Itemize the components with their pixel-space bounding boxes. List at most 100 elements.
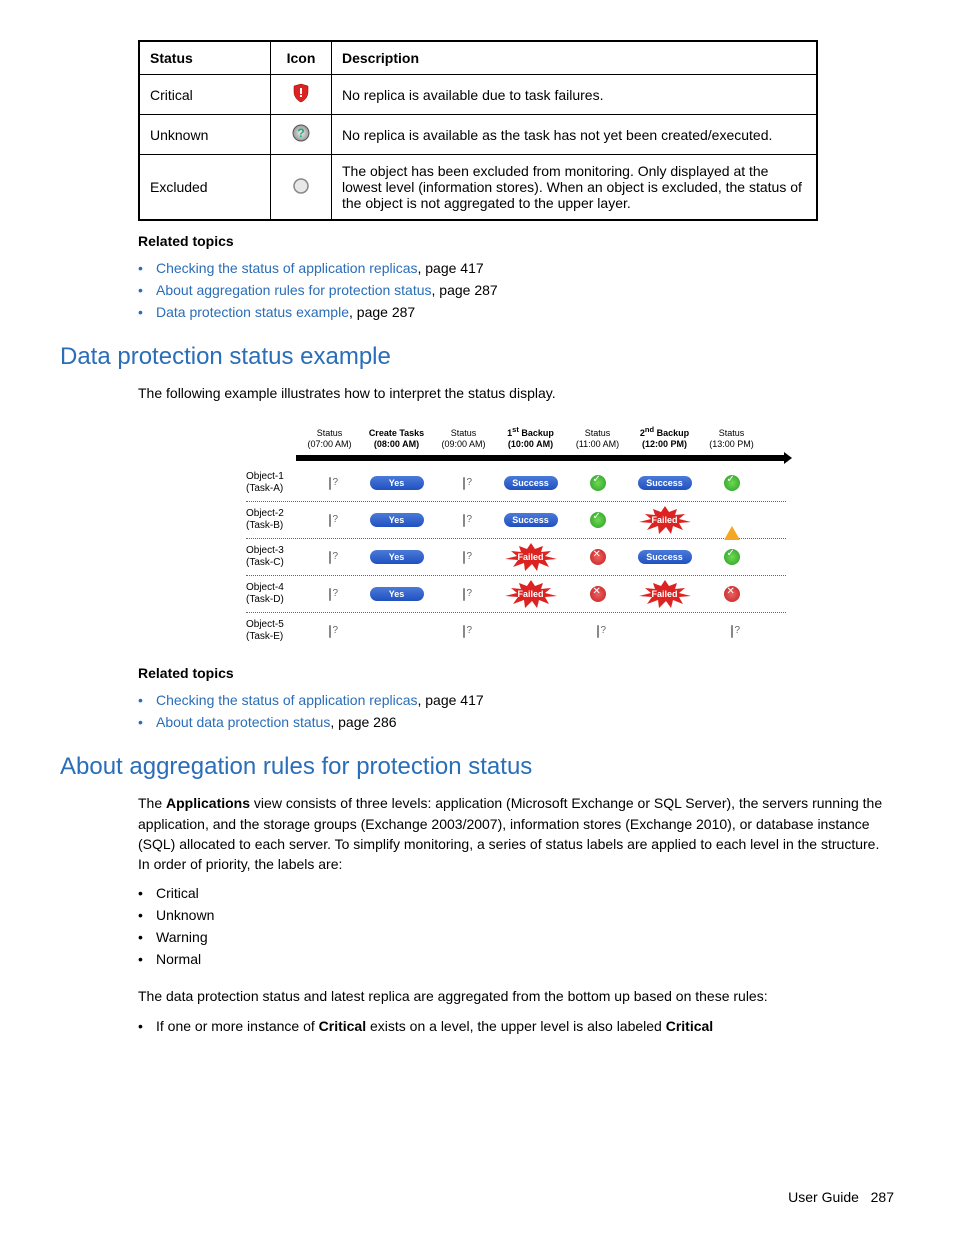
list-item: Warning [138, 926, 894, 948]
status-cell: Unknown [139, 115, 271, 155]
ok-status-icon [590, 475, 606, 491]
list-item: Normal [138, 948, 894, 970]
diagram-row: Object-4(Task-D)YesFailedFailed [246, 576, 786, 613]
timeline-arrow-icon [296, 455, 786, 461]
unknown-status-icon [329, 514, 331, 527]
aggregation-rules-intro: The data protection status and latest re… [138, 986, 894, 1006]
list-item: Checking the status of application repli… [138, 689, 894, 711]
error-status-icon [724, 586, 740, 602]
unknown-status-icon [463, 625, 465, 638]
ok-status-icon [724, 549, 740, 565]
yes-pill: Yes [370, 550, 424, 564]
page-ref: , page 287 [349, 304, 415, 320]
failed-burst-icon: Failed [507, 548, 555, 566]
list-item: About data protection status, page 286 [138, 711, 894, 733]
unknown-question-icon: ? [291, 123, 311, 143]
list-item: Unknown [138, 904, 894, 926]
unknown-status-icon [597, 625, 599, 638]
link-status-example[interactable]: Data protection status example [156, 304, 349, 320]
success-pill: Success [504, 476, 558, 490]
footer-label: User Guide [788, 1189, 859, 1205]
link-checking-status[interactable]: Checking the status of application repli… [156, 260, 417, 276]
section-heading-example: Data protection status example [60, 343, 894, 371]
object-label: Object-5(Task-E) [246, 619, 296, 643]
object-label: Object-2(Task-B) [246, 508, 296, 532]
section1-body: The following example illustrates how to… [138, 383, 894, 733]
desc-cell: No replica is available due to task fail… [332, 75, 818, 115]
unknown-status-icon [329, 625, 331, 638]
intro-text: The following example illustrates how to… [138, 383, 894, 403]
icon-cell: ? [271, 115, 332, 155]
warning-status-icon [724, 515, 740, 540]
object-label: Object-4(Task-D) [246, 582, 296, 606]
page-number: 287 [871, 1189, 894, 1205]
object-label: Object-1(Task-A) [246, 471, 296, 495]
priority-labels-list: Critical Unknown Warning Normal [138, 882, 894, 970]
status-table-header-row: Status Icon Description [139, 41, 817, 75]
link-checking-status[interactable]: Checking the status of application repli… [156, 692, 417, 708]
page-ref: , page 287 [432, 282, 498, 298]
list-item: About aggregation rules for protection s… [138, 279, 894, 301]
ok-status-icon [724, 475, 740, 491]
unknown-status-icon [329, 477, 331, 490]
status-timeline-diagram: Status(07:00 AM) Create Tasks(08:00 AM) … [246, 413, 786, 649]
failed-burst-icon: Failed [641, 511, 689, 529]
page-ref: , page 286 [330, 714, 396, 730]
icon-cell [271, 75, 332, 115]
object-label: Object-3(Task-C) [246, 545, 296, 569]
yes-pill: Yes [370, 513, 424, 527]
unknown-status-icon [463, 514, 465, 527]
rules-list: If one or more instance of Critical exis… [138, 1015, 894, 1037]
icon-cell [271, 155, 332, 221]
status-cell: Excluded [139, 155, 271, 221]
diagram-row: Object-1(Task-A) Yes Success Success [246, 465, 786, 502]
list-item: Data protection status example, page 287 [138, 301, 894, 323]
unknown-status-icon [329, 551, 331, 564]
error-status-icon [590, 549, 606, 565]
page-ref: , page 417 [417, 692, 483, 708]
critical-shield-icon [291, 83, 311, 103]
aggregation-intro: The Applications view consists of three … [138, 793, 894, 874]
success-pill: Success [638, 550, 692, 564]
unknown-status-icon [463, 551, 465, 564]
list-item: Checking the status of application repli… [138, 257, 894, 279]
unknown-status-icon [463, 477, 465, 490]
related-topics-heading: Related topics [138, 233, 894, 249]
success-pill: Success [638, 476, 692, 490]
list-item: Critical [138, 882, 894, 904]
ok-status-icon [590, 512, 606, 528]
related-topics-list: Checking the status of application repli… [138, 257, 894, 323]
diagram-header: Status(07:00 AM) Create Tasks(08:00 AM) … [246, 413, 786, 453]
success-pill: Success [504, 513, 558, 527]
diagram-row: Object-3(Task-C) Yes Failed Success [246, 539, 786, 576]
table-row: Critical No replica is available due to … [139, 75, 817, 115]
diagram-row: Object-5(Task-E) [246, 613, 786, 649]
section2-body: The Applications view consists of three … [138, 793, 894, 1036]
svg-text:?: ? [297, 126, 304, 140]
related-topics-list: Checking the status of application repli… [138, 689, 894, 733]
diagram-row: Object-2(Task-B) Yes Success Failed [246, 502, 786, 539]
col-icon: Icon [271, 41, 332, 75]
unknown-status-icon [731, 625, 733, 638]
col-status: Status [139, 41, 271, 75]
status-table: Status Icon Description Critical No repl… [138, 40, 818, 221]
yes-pill: Yes [370, 476, 424, 490]
page-footer: User Guide 287 [788, 1189, 894, 1205]
yes-pill: Yes [370, 587, 424, 601]
failed-burst-icon: Failed [641, 585, 689, 603]
desc-cell: No replica is available as the task has … [332, 115, 818, 155]
unknown-status-icon [329, 588, 331, 601]
unknown-status-icon [463, 588, 465, 601]
col-description: Description [332, 41, 818, 75]
link-about-protection[interactable]: About data protection status [156, 714, 330, 730]
status-cell: Critical [139, 75, 271, 115]
section-heading-aggregation: About aggregation rules for protection s… [60, 753, 894, 781]
table-row: Excluded The object has been excluded fr… [139, 155, 817, 221]
desc-cell: The object has been excluded from monito… [332, 155, 818, 221]
document-page: Status Icon Description Critical No repl… [0, 0, 954, 1235]
error-status-icon [590, 586, 606, 602]
list-item: If one or more instance of Critical exis… [138, 1015, 894, 1037]
link-aggregation-rules[interactable]: About aggregation rules for protection s… [156, 282, 432, 298]
page-ref: , page 417 [417, 260, 483, 276]
status-table-container: Status Icon Description Critical No repl… [138, 40, 894, 323]
